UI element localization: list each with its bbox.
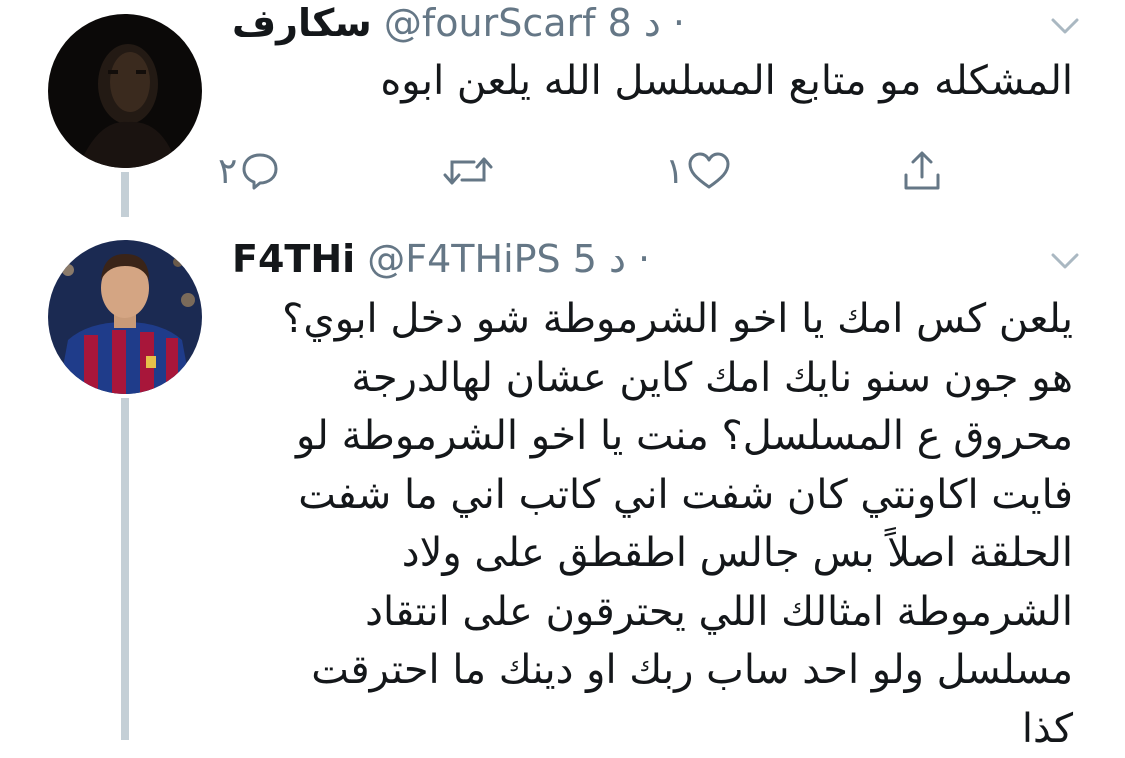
- football-player-avatar-icon: [48, 240, 202, 394]
- like-count: ١: [665, 151, 684, 192]
- text-line: محروق ع المسلسل؟ منت يا اخو الشرموطة لو: [282, 407, 1073, 466]
- text-line: كذا: [282, 700, 1073, 758]
- retweet-icon: [440, 150, 496, 192]
- user-handle[interactable]: @fourScarf: [384, 1, 596, 45]
- reply-icon: [239, 150, 281, 192]
- thread-line-bottom: [121, 398, 129, 740]
- share-button[interactable]: [900, 146, 944, 196]
- tweet-header: سكارف @fourScarf 8 د ·: [232, 0, 685, 46]
- timestamp[interactable]: 5 د ·: [573, 237, 650, 281]
- text-line: الحلقة اصلاً بس جالس اطقطق على ولاد: [282, 524, 1073, 583]
- user-handle[interactable]: @F4THiPS: [367, 237, 560, 281]
- retweet-button[interactable]: [440, 146, 498, 196]
- share-icon: [900, 149, 944, 193]
- like-button[interactable]: ١: [665, 146, 732, 196]
- display-name[interactable]: F4THi: [232, 237, 355, 281]
- dark-portrait-avatar-icon: [48, 14, 202, 168]
- text-line: فايت اكاونتي كان شفت اني كاتب اني ما شفت: [282, 466, 1073, 525]
- text-line: مسلسل ولو احد ساب ربك او دينك ما احترقت: [282, 641, 1073, 700]
- timestamp[interactable]: 8 د ·: [608, 1, 685, 45]
- avatar[interactable]: [48, 14, 202, 168]
- heart-icon: [686, 150, 732, 192]
- tweet-text: يلعن كس امك يا اخو الشرموطة شو دخل ابوي؟…: [282, 290, 1073, 758]
- tweet-header: F4THi @F4THiPS 5 د ·: [232, 236, 650, 282]
- text-line: المشكله مو متابع المسلسل الله يلعن ابوه: [380, 52, 1073, 111]
- reply-count: ٢: [218, 151, 237, 192]
- text-line: هو جون سنو نايك امك كاين عشان لهالدرجة: [282, 349, 1073, 408]
- chevron-down-icon[interactable]: [1045, 10, 1085, 40]
- thread-line-top: [121, 172, 129, 217]
- reply-button[interactable]: ٢: [218, 146, 281, 196]
- tweet-text: المشكله مو متابع المسلسل الله يلعن ابوه: [380, 52, 1073, 111]
- avatar[interactable]: [48, 240, 202, 394]
- display-name[interactable]: سكارف: [232, 1, 372, 45]
- text-line: الشرموطة امثالك اللي يحترقون على انتقاد: [282, 583, 1073, 642]
- text-line: يلعن كس امك يا اخو الشرموطة شو دخل ابوي؟: [282, 290, 1073, 349]
- chevron-down-icon[interactable]: [1045, 245, 1085, 275]
